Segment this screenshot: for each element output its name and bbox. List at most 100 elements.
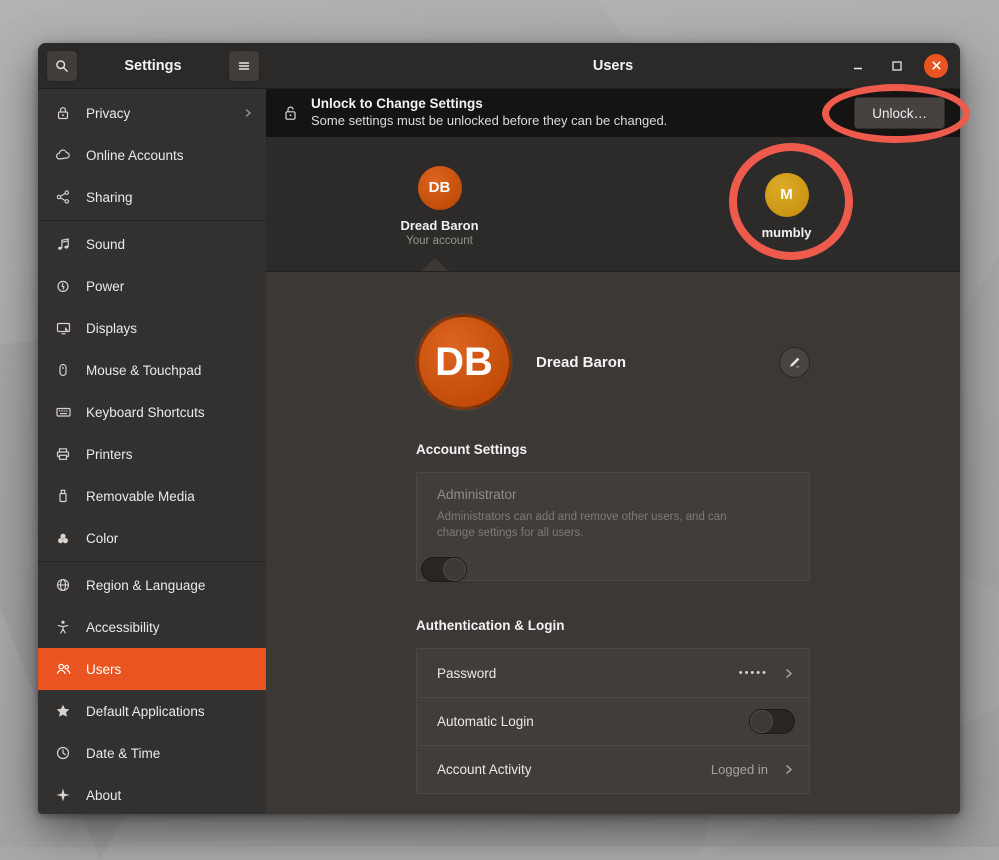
automatic-login-toggle[interactable] bbox=[749, 709, 795, 734]
edit-name-button[interactable] bbox=[779, 347, 810, 378]
users-icon bbox=[54, 661, 72, 677]
sidebar-item-label: Accessibility bbox=[86, 620, 254, 635]
profile-name: Dread Baron bbox=[536, 354, 626, 371]
headerbar: Users bbox=[266, 43, 960, 89]
sidebar-item-accessibility[interactable]: Accessibility bbox=[38, 606, 266, 648]
sparkle-icon bbox=[54, 787, 72, 803]
clock-icon bbox=[54, 745, 72, 761]
keyboard-icon bbox=[54, 404, 72, 420]
minimize-button[interactable] bbox=[846, 54, 870, 78]
password-label: Password bbox=[437, 666, 496, 681]
sidebar: Settings Privacy Onl bbox=[38, 43, 266, 814]
chevron-right-icon bbox=[242, 107, 254, 119]
window-controls bbox=[846, 54, 948, 78]
lock-icon bbox=[54, 105, 72, 121]
carousel-user-name: mumbly bbox=[762, 225, 812, 240]
unlock-button[interactable]: Unlock… bbox=[854, 97, 945, 129]
administrator-label: Administrator bbox=[437, 487, 793, 502]
account-activity-label: Account Activity bbox=[437, 762, 532, 777]
sidebar-item-default-applications[interactable]: Default Applications bbox=[38, 690, 266, 732]
mouse-icon bbox=[54, 362, 72, 378]
sidebar-item-label: Printers bbox=[86, 447, 254, 462]
share-icon bbox=[54, 189, 72, 205]
accessibility-icon bbox=[54, 619, 72, 635]
sidebar-separator bbox=[38, 220, 266, 221]
sidebar-item-label: Online Accounts bbox=[86, 148, 254, 163]
maximize-button[interactable] bbox=[885, 54, 909, 78]
automatic-login-row: Automatic Login bbox=[417, 697, 809, 745]
sidebar-item-label: Keyboard Shortcuts bbox=[86, 405, 254, 420]
sidebar-item-label: About bbox=[86, 788, 254, 803]
main-panel: Users Unlock to Change Settings Some set… bbox=[266, 43, 960, 814]
chevron-right-icon bbox=[782, 763, 795, 776]
administrator-toggle[interactable] bbox=[421, 557, 467, 582]
sidebar-item-label: Sound bbox=[86, 237, 254, 252]
toggle-knob bbox=[443, 558, 466, 581]
sidebar-item-label: Removable Media bbox=[86, 489, 254, 504]
flash-drive-icon bbox=[54, 488, 72, 504]
section-title-account-settings: Account Settings bbox=[416, 442, 810, 457]
sidebar-item-removable-media[interactable]: Removable Media bbox=[38, 475, 266, 517]
account-activity-row[interactable]: Account Activity Logged in bbox=[417, 745, 809, 793]
printer-icon bbox=[54, 446, 72, 462]
administrator-row: Administrator Administrators can add and… bbox=[417, 473, 809, 580]
sidebar-item-users[interactable]: Users bbox=[38, 648, 266, 690]
pencil-icon bbox=[788, 355, 802, 369]
account-settings-card: Administrator Administrators can add and… bbox=[416, 472, 810, 581]
user-detail-panel: DB Dread Baron Account Settings Administ… bbox=[266, 272, 960, 814]
sidebar-item-region-language[interactable]: Region & Language bbox=[38, 564, 266, 606]
password-row[interactable]: Password ••••• bbox=[417, 649, 809, 697]
close-icon bbox=[931, 60, 942, 71]
sidebar-item-label: Mouse & Touchpad bbox=[86, 363, 254, 378]
sidebar-items: Privacy Online Accounts Sharing bbox=[38, 89, 266, 814]
sidebar-item-label: Power bbox=[86, 279, 254, 294]
color-wheel-icon bbox=[54, 530, 72, 546]
globe-icon bbox=[54, 577, 72, 593]
lock-icon bbox=[282, 104, 299, 122]
authentication-login-card: Password ••••• Automatic Login bbox=[416, 648, 810, 794]
banner-subtitle: Some settings must be unlocked before th… bbox=[311, 113, 842, 129]
sidebar-title: Settings bbox=[78, 58, 228, 74]
settings-window: Settings Privacy Onl bbox=[38, 43, 960, 814]
sidebar-item-keyboard-shortcuts[interactable]: Keyboard Shortcuts bbox=[38, 391, 266, 433]
sidebar-item-displays[interactable]: Displays bbox=[38, 307, 266, 349]
carousel-user-subtitle: Your account bbox=[406, 235, 473, 247]
sidebar-item-label: Displays bbox=[86, 321, 254, 336]
user-carousel: DB Dread Baron Your account M mumbly bbox=[266, 137, 960, 272]
menu-button[interactable] bbox=[228, 50, 260, 82]
sidebar-item-label: Color bbox=[86, 531, 254, 546]
search-icon bbox=[54, 58, 70, 74]
carousel-user-mumbly[interactable]: M mumbly bbox=[613, 137, 960, 271]
sidebar-item-date-time[interactable]: Date & Time bbox=[38, 732, 266, 774]
avatar: M bbox=[765, 173, 809, 217]
sidebar-item-color[interactable]: Color bbox=[38, 517, 266, 559]
sidebar-item-label: Users bbox=[86, 662, 254, 677]
sidebar-item-mouse-touchpad[interactable]: Mouse & Touchpad bbox=[38, 349, 266, 391]
sidebar-item-online-accounts[interactable]: Online Accounts bbox=[38, 134, 266, 176]
chevron-right-icon bbox=[782, 667, 795, 680]
sidebar-item-sound[interactable]: Sound bbox=[38, 223, 266, 265]
search-button[interactable] bbox=[46, 50, 78, 82]
sidebar-item-label: Sharing bbox=[86, 190, 254, 205]
sidebar-header: Settings bbox=[38, 43, 266, 89]
sidebar-item-about[interactable]: About bbox=[38, 774, 266, 814]
power-icon bbox=[54, 278, 72, 294]
display-icon bbox=[54, 320, 72, 336]
carousel-user-name: Dread Baron bbox=[400, 218, 478, 233]
sidebar-item-privacy[interactable]: Privacy bbox=[38, 92, 266, 134]
close-button[interactable] bbox=[924, 54, 948, 78]
sidebar-item-power[interactable]: Power bbox=[38, 265, 266, 307]
profile-header: DB Dread Baron bbox=[416, 314, 810, 410]
carousel-user-dread-baron[interactable]: DB Dread Baron Your account bbox=[266, 137, 613, 271]
password-value: ••••• bbox=[739, 667, 768, 679]
section-title-authentication-login: Authentication & Login bbox=[416, 618, 810, 633]
banner-title: Unlock to Change Settings bbox=[311, 96, 842, 113]
automatic-login-label: Automatic Login bbox=[437, 714, 534, 729]
sidebar-item-label: Default Applications bbox=[86, 704, 254, 719]
sidebar-item-label: Date & Time bbox=[86, 746, 254, 761]
sidebar-item-printers[interactable]: Printers bbox=[38, 433, 266, 475]
profile-avatar: DB bbox=[416, 314, 512, 410]
sidebar-separator bbox=[38, 561, 266, 562]
sidebar-item-sharing[interactable]: Sharing bbox=[38, 176, 266, 218]
star-icon bbox=[54, 703, 72, 719]
